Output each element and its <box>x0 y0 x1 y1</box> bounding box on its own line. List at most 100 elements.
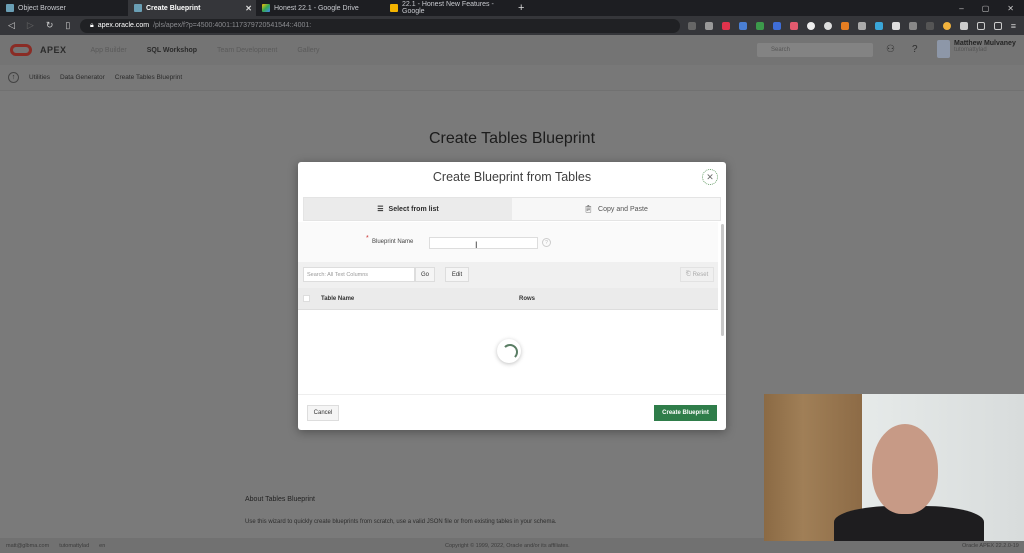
tab-select-from-list[interactable]: ☰ Select from list <box>304 198 512 220</box>
clipboard-icon: 📋︎ <box>584 206 594 213</box>
wallet-icon[interactable] <box>993 21 1002 30</box>
apex-icon <box>6 4 14 12</box>
tab-google-drive[interactable]: Honest 22.1 - Google Drive <box>256 0 384 16</box>
breadcrumb-data-generator[interactable]: Data Generator <box>60 74 105 81</box>
table-header: Table Name Rows <box>298 288 718 310</box>
extension-icon[interactable] <box>806 21 815 30</box>
maximize-button[interactable]: ▢ <box>982 4 990 13</box>
close-tab-icon[interactable]: ✕ <box>245 4 252 13</box>
required-marker: * <box>366 235 369 242</box>
loading-spinner <box>497 339 521 363</box>
footer-workspace[interactable]: tutomattylad <box>59 543 89 549</box>
text-cursor-icon: I <box>475 240 478 250</box>
help-icon[interactable]: ? <box>542 238 551 247</box>
extension-icon[interactable] <box>874 21 883 30</box>
search-input[interactable]: Search <box>757 43 873 57</box>
extension-icon[interactable] <box>772 21 781 30</box>
about-text: Use this wizard to quickly create bluepr… <box>245 519 557 525</box>
close-window-button[interactable]: ✕ <box>1007 4 1014 13</box>
webcam-overlay <box>764 394 1024 541</box>
close-icon[interactable]: ✕ <box>702 169 718 185</box>
menu-sql-workshop[interactable]: SQL Workshop <box>147 47 197 54</box>
reload-icon[interactable]: ↻ <box>46 20 54 31</box>
reset-icon: ⎗ <box>685 271 691 277</box>
google-slides-icon <box>390 4 398 12</box>
tab-create-blueprint[interactable]: Create Blueprint ✕ <box>128 0 256 16</box>
avatar <box>937 40 950 58</box>
menu-app-builder[interactable]: App Builder <box>91 47 127 54</box>
menu-icon[interactable]: ≡ <box>1011 21 1016 31</box>
up-arrow-icon[interactable]: ↑ <box>8 72 19 83</box>
extension-icon[interactable] <box>857 21 866 30</box>
minimize-button[interactable]: – <box>959 4 963 13</box>
page-title: Create Tables Blueprint <box>428 130 596 147</box>
blueprint-name-row: * Blueprint Name ? <box>298 222 718 262</box>
column-table-name[interactable]: Table Name <box>321 296 354 302</box>
lock-icon: 🔒︎ <box>90 21 94 29</box>
puzzle-icon[interactable] <box>959 21 968 30</box>
extension-icon[interactable] <box>823 21 832 30</box>
apex-icon <box>134 4 142 12</box>
cancel-button[interactable]: Cancel <box>307 405 339 421</box>
address-bar-row: ◁ ▷ ↻ ▯ 🔒︎ apex.oracle.com/pls/apex/f?p=… <box>0 16 1024 35</box>
extension-icon[interactable] <box>738 21 747 30</box>
about-title: About Tables Blueprint <box>245 496 315 503</box>
dialog-tabs: ☰ Select from list 📋︎ Copy and Paste <box>303 197 721 221</box>
bookmark-icon[interactable]: ▯ <box>65 20 70 31</box>
share-icon[interactable] <box>687 21 696 30</box>
brave-rewards-icon[interactable] <box>721 21 730 30</box>
help-icon[interactable]: ? <box>912 44 918 55</box>
menu-gallery[interactable]: Gallery <box>297 47 319 54</box>
copyright: Copyright © 1999, 2022, Oracle and/or it… <box>445 543 570 549</box>
user-workspace: tutomattylad <box>954 47 987 53</box>
presenter-head <box>872 424 938 514</box>
footer-language[interactable]: en <box>99 543 105 549</box>
menu-team-development[interactable]: Team Development <box>217 47 277 54</box>
breadcrumb-utilities[interactable]: Utilities <box>29 74 50 81</box>
sidebar-icon[interactable] <box>976 21 985 30</box>
edit-button[interactable]: Edit <box>445 267 469 282</box>
apex-version: Oracle APEX 22.2.0-19 <box>962 543 1019 549</box>
user-menu[interactable]: Matthew Mulvaney tutomattylad <box>937 40 1016 58</box>
report-search-input[interactable]: Search: All Text Columns <box>303 267 415 282</box>
create-blueprint-dialog: Create Blueprint from Tables ✕ ☰ Select f… <box>298 162 726 430</box>
footer-email[interactable]: matt@glbma.com <box>6 543 49 549</box>
back-icon[interactable]: ◁ <box>8 20 15 31</box>
list-icon: ☰ <box>377 206 384 213</box>
tab-object-browser[interactable]: Object Browser <box>0 0 128 16</box>
report-toolbar: Search: All Text Columns Go Edit ⎗ Reset <box>298 262 718 288</box>
extension-icon[interactable] <box>908 21 917 30</box>
extension-icon[interactable] <box>840 21 849 30</box>
extension-icon[interactable] <box>789 21 798 30</box>
google-drive-icon <box>262 4 270 12</box>
blueprint-name-input[interactable] <box>429 237 538 249</box>
dialog-title: Create Blueprint from Tables <box>432 170 592 184</box>
create-blueprint-button[interactable]: Create Blueprint <box>654 405 717 421</box>
browser-tab-bar: Object Browser Create Blueprint ✕ Honest … <box>0 0 1024 16</box>
apex-brand[interactable]: APEX <box>40 45 67 55</box>
tab-google-slides[interactable]: 22.1 - Honest New Features - Google <box>384 0 512 16</box>
window-controls: – ▢ ✕ <box>959 0 1024 16</box>
go-button[interactable]: Go <box>415 267 435 282</box>
blueprint-name-label: * Blueprint Name <box>366 235 414 245</box>
extensions: ≡ <box>687 18 1016 33</box>
column-rows[interactable]: Rows <box>519 296 535 302</box>
scrollbar[interactable] <box>721 224 724 336</box>
reset-button[interactable]: ⎗ Reset <box>680 267 714 282</box>
extension-icon[interactable] <box>755 21 764 30</box>
url-field[interactable]: 🔒︎ apex.oracle.com/pls/apex/f?p=4500:400… <box>80 18 680 33</box>
extension-icon[interactable] <box>942 21 951 30</box>
extension-icon[interactable] <box>925 21 934 30</box>
brave-shield-icon[interactable] <box>704 21 713 30</box>
new-tab-button[interactable]: + <box>518 2 524 14</box>
breadcrumb: ↑ Utilities Data Generator Create Tables… <box>0 65 1024 91</box>
forward-icon[interactable]: ▷ <box>27 20 34 31</box>
tab-copy-and-paste[interactable]: 📋︎ Copy and Paste <box>512 198 720 220</box>
select-all-checkbox[interactable] <box>303 295 310 302</box>
oracle-logo-icon[interactable] <box>10 44 32 56</box>
user-name: Matthew Mulvaney <box>954 40 1016 47</box>
extension-icon[interactable] <box>891 21 900 30</box>
main-menu: App Builder SQL Workshop Team Developmen… <box>91 47 320 54</box>
dialog-footer: Cancel Create Blueprint <box>298 394 726 430</box>
administration-icon[interactable]: ⚇ <box>886 44 895 55</box>
